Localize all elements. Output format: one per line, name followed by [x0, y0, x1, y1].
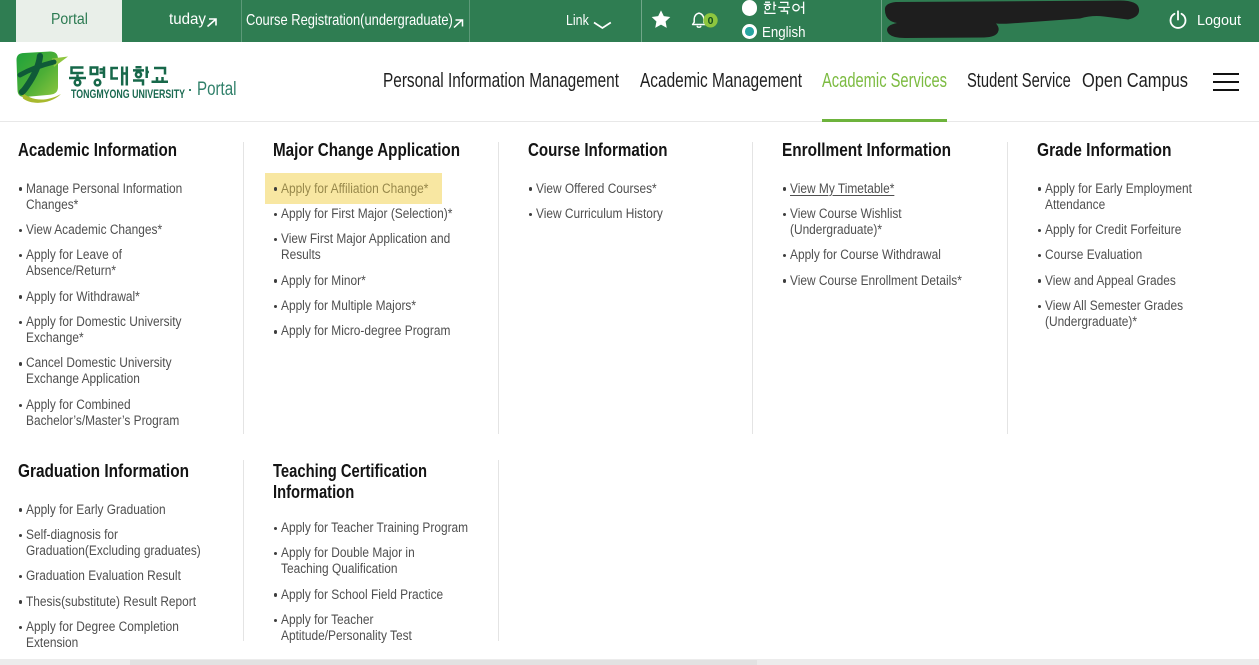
svg-text:0: 0	[708, 15, 714, 27]
